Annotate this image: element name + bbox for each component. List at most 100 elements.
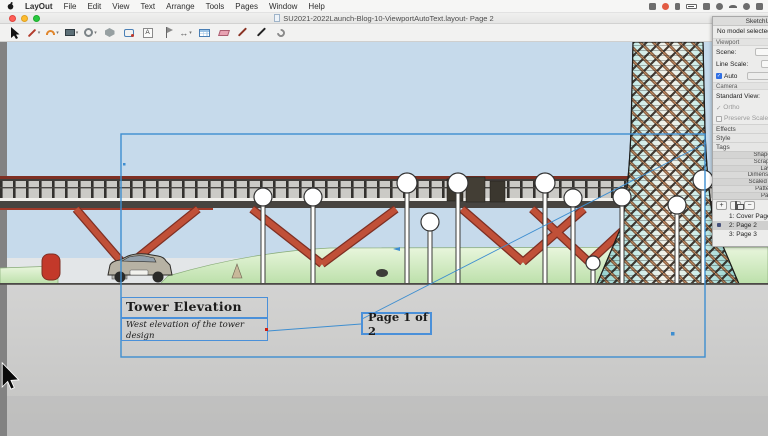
sketchup-model-panel: SketchUp Model No model selected Viewpor… <box>712 16 768 247</box>
subtitle-text-box[interactable]: West elevation of the tower design <box>121 318 268 341</box>
rectangle-icon <box>64 29 75 36</box>
line-tool[interactable]: ▾ <box>26 26 41 40</box>
menu-window[interactable]: Window <box>269 2 297 11</box>
chevron-down-icon: ▾ <box>75 29 79 36</box>
menu-file[interactable]: File <box>64 2 77 11</box>
apple-icon[interactable] <box>7 2 14 10</box>
scene-dropdown[interactable] <box>755 48 768 56</box>
offset-icon <box>123 28 134 37</box>
minimize-window-button[interactable] <box>21 15 28 22</box>
zoom-window-button[interactable] <box>33 15 40 22</box>
arc-tool[interactable]: ▾ <box>45 26 60 40</box>
add-page-button[interactable]: + <box>716 201 727 211</box>
polygon-tool[interactable] <box>102 26 117 40</box>
menu-tools[interactable]: Tools <box>206 2 225 11</box>
arc-icon <box>46 30 56 35</box>
page-list-item-page3[interactable]: 3: Page 3 <box>713 230 768 239</box>
effects-group[interactable]: Effects <box>713 124 768 133</box>
page-autotext-box[interactable]: Page 1 of 2 <box>361 310 432 338</box>
control-center-icon[interactable] <box>756 3 763 10</box>
split-icon <box>274 26 287 39</box>
auto-scale-dropdown[interactable] <box>747 72 768 80</box>
select-tool[interactable] <box>7 26 22 40</box>
polygon-icon <box>104 28 115 37</box>
chevron-down-icon: ▾ <box>37 29 41 36</box>
panel-tab-dimension-style[interactable]: Dimension Style <box>713 171 768 179</box>
record-status-icon[interactable] <box>662 3 669 10</box>
panel-tab-pattern-fill[interactable]: Pattern Fill <box>713 184 768 192</box>
ortho-row: ✓ Ortho Full S <box>713 102 768 113</box>
app-status-icon[interactable] <box>649 3 656 10</box>
preserve-scale-checkbox[interactable] <box>716 115 722 122</box>
camera-section-label: Camera <box>713 82 768 90</box>
wifi-icon[interactable] <box>729 4 737 9</box>
auto-row: ✓ Auto <box>713 70 768 82</box>
line-icon <box>27 28 36 37</box>
style-group[interactable]: Style <box>713 133 768 142</box>
menu-text[interactable]: Text <box>140 2 155 11</box>
window-title: SU2021-2022Launch-Blog-10-ViewportAutoTe… <box>283 13 494 23</box>
panel-tab-layers[interactable]: Layers <box>713 164 768 172</box>
mouse-cursor <box>1 361 20 390</box>
text-tool[interactable]: A <box>140 26 155 40</box>
panel-tab-shape-style[interactable]: Shape Style <box>713 151 768 158</box>
scene-row: Scene: <box>713 46 768 58</box>
duplicate-page-button[interactable] <box>730 201 741 211</box>
menu-edit[interactable]: Edit <box>87 2 101 11</box>
eraser-tool[interactable] <box>216 26 231 40</box>
dimension-tool[interactable]: ↔ ▾ <box>178 26 193 40</box>
model-status-text: No model selected <box>717 28 768 35</box>
offset-tool[interactable] <box>121 26 136 40</box>
remove-page-button[interactable]: − <box>744 201 755 211</box>
menu-help[interactable]: Help <box>308 2 324 11</box>
page-list-item-cover[interactable]: 1: Cover Page <box>713 212 768 221</box>
tool-bar: ▾ ▾ ▾ ▾ A ↔ ▾ <box>0 24 768 42</box>
menu-view[interactable]: View <box>112 2 129 11</box>
panel-tab-scrapbooks[interactable]: Scrapbooks <box>713 157 768 165</box>
panel-title[interactable]: SketchUp Model <box>713 17 768 26</box>
label-tool[interactable] <box>159 26 174 40</box>
bluetooth-icon[interactable] <box>716 3 723 10</box>
pen-tool[interactable] <box>254 26 269 40</box>
close-window-button[interactable] <box>9 15 16 22</box>
circle-icon <box>84 28 94 37</box>
menu-pages[interactable]: Pages <box>235 2 258 11</box>
rectangle-tool[interactable]: ▾ <box>64 26 79 40</box>
panel-tab-scaled-drawing[interactable]: Scaled Drawing <box>713 178 768 185</box>
text-box-icon: A <box>142 27 153 38</box>
line-scale-dropdown[interactable] <box>761 60 768 68</box>
phone-status-icon[interactable] <box>675 3 680 10</box>
drawing-canvas[interactable] <box>0 0 768 436</box>
title-text-box[interactable]: Tower Elevation <box>121 297 268 318</box>
panel-tab-pages[interactable]: Pages <box>713 191 768 199</box>
duplicate-icon <box>734 201 737 211</box>
tags-group[interactable]: Tags <box>713 142 768 151</box>
text-anchor-handle[interactable] <box>265 328 268 331</box>
subtitle-line-1: West elevation of the tower <box>126 320 245 330</box>
circle-tool[interactable]: ▾ <box>83 26 98 40</box>
menu-arrange[interactable]: Arrange <box>166 2 194 11</box>
split-tool[interactable] <box>273 26 288 40</box>
chevron-down-icon: ▾ <box>56 29 59 36</box>
select-arrow-icon <box>11 26 20 39</box>
pen-icon <box>256 27 267 38</box>
table-tool[interactable] <box>197 26 212 40</box>
chevron-down-icon: ▾ <box>94 29 97 36</box>
style-pencil-icon <box>237 27 248 38</box>
ortho-label: Ortho <box>723 104 740 111</box>
page-label: 3: Page 3 <box>729 230 757 238</box>
scene-label: Scene: <box>716 48 737 56</box>
page-list-item-page2[interactable]: 2: Page 2 <box>713 220 768 230</box>
auto-checkbox[interactable]: ✓ <box>716 73 722 79</box>
battery-icon[interactable] <box>686 4 697 9</box>
current-page-icon <box>717 223 721 228</box>
menu-layout[interactable]: LayOut <box>25 2 53 11</box>
display-status-icon[interactable] <box>703 3 710 10</box>
page-label: 1: Cover Page <box>729 212 768 220</box>
line-scale-label: Line Scale: <box>716 60 749 68</box>
ortho-check[interactable]: ✓ <box>716 104 723 112</box>
style-tool[interactable] <box>235 26 250 40</box>
viewport-section-label: Viewport <box>713 38 768 46</box>
auto-label: Auto <box>724 72 738 80</box>
search-icon[interactable] <box>743 3 750 10</box>
